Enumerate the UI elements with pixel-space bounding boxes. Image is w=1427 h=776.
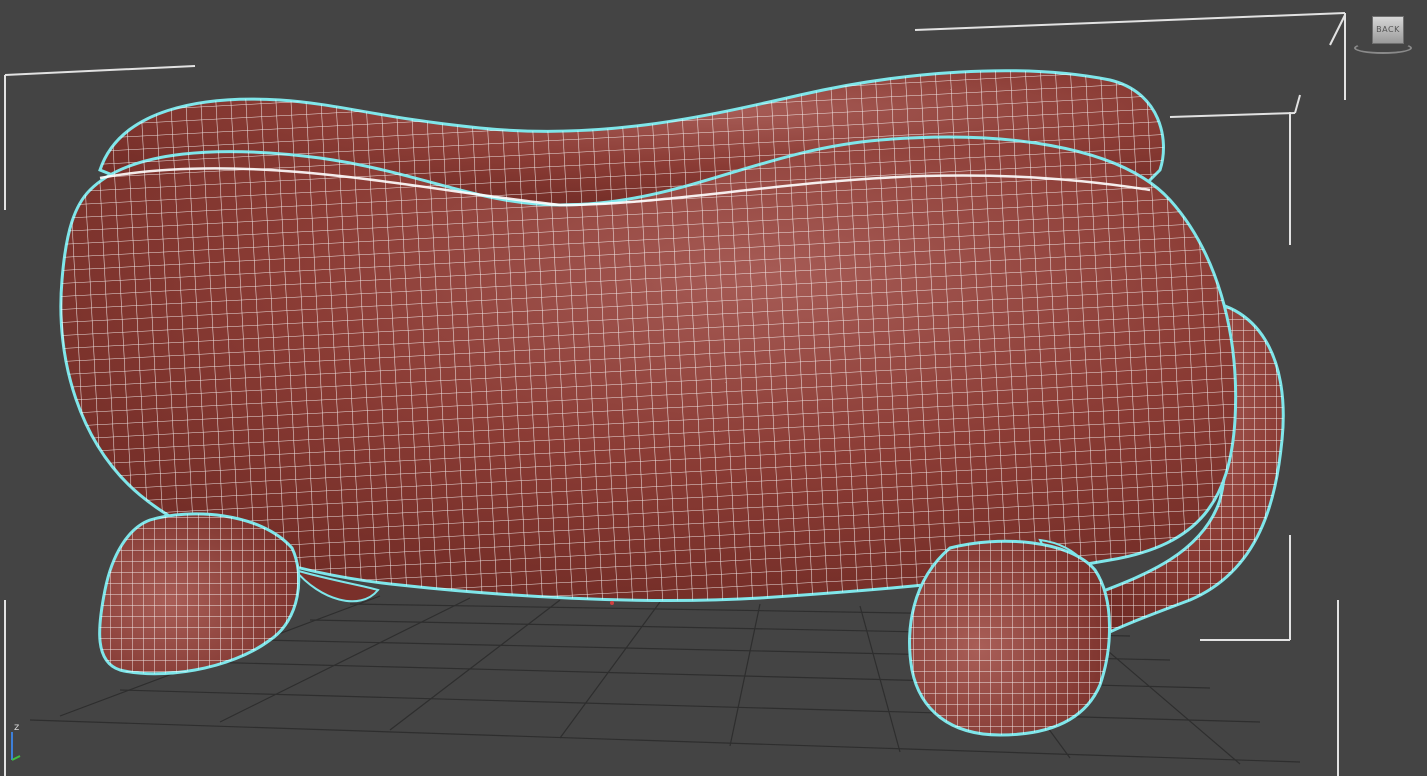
- pivot-marker: [610, 601, 614, 605]
- viewcube-icon[interactable]: BACK: [1352, 12, 1412, 56]
- scene-canvas[interactable]: [0, 0, 1427, 776]
- axis-z-label: z: [14, 722, 20, 733]
- viewcube-face-back[interactable]: BACK: [1372, 16, 1404, 44]
- viewport-perspective[interactable]: BACK z: [0, 0, 1427, 776]
- couch-left-foot[interactable]: [98, 512, 301, 676]
- viewcube-compass-ring[interactable]: [1354, 42, 1412, 54]
- axis-tripod: z: [4, 722, 24, 762]
- couch-right-foot[interactable]: [908, 539, 1111, 737]
